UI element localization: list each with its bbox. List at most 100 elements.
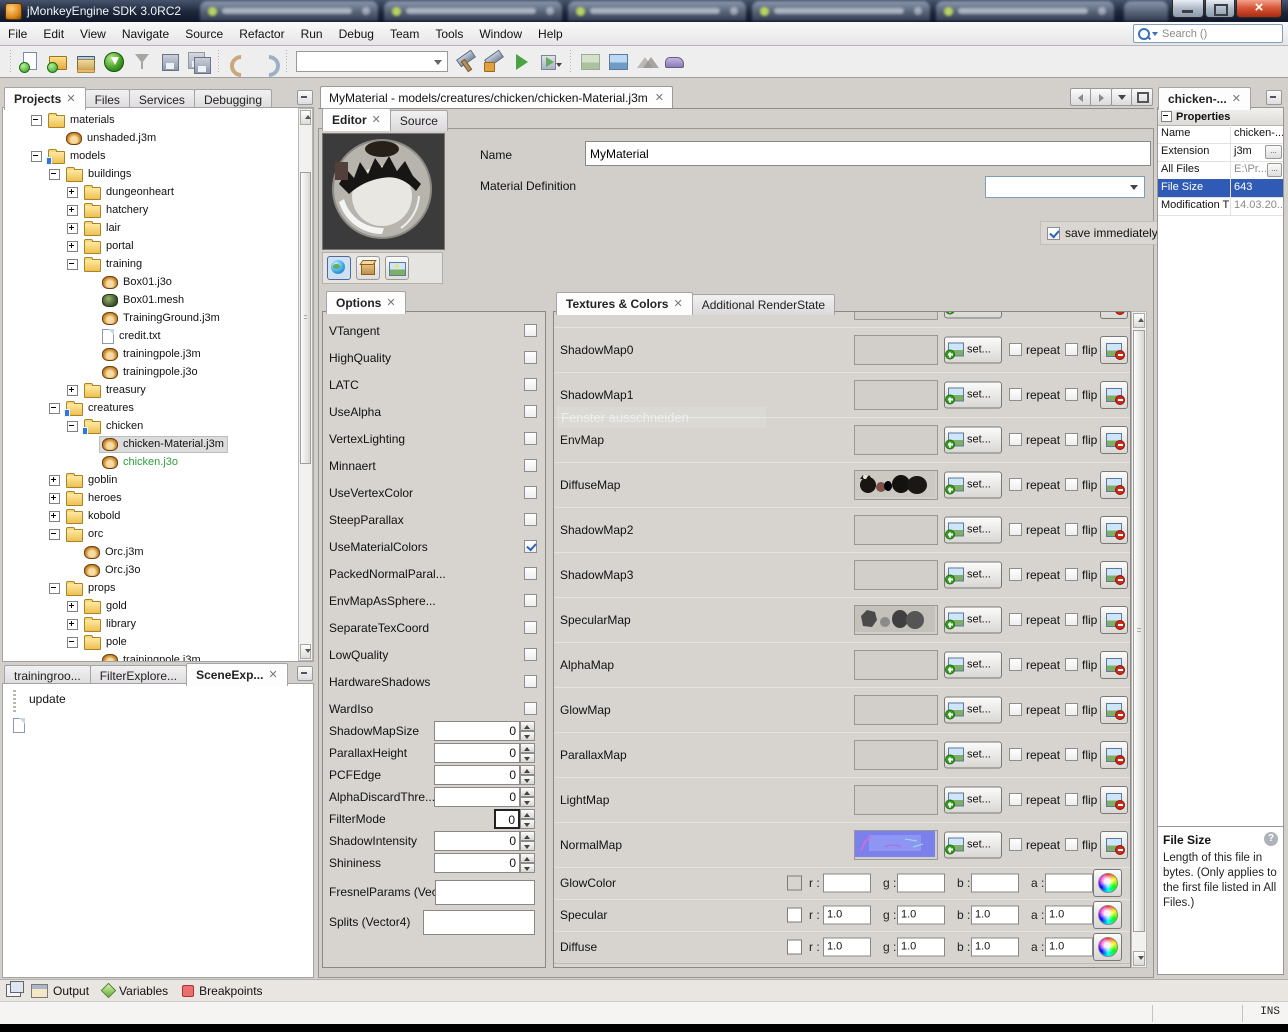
property-row[interactable]: All FilesE:\Pr...... bbox=[1158, 161, 1283, 180]
tree-item[interactable]: materials bbox=[3, 111, 118, 129]
color-component-input[interactable]: 1.0 bbox=[1045, 906, 1093, 925]
spinner-buttons[interactable] bbox=[520, 743, 535, 763]
tab-editor[interactable]: Editor✕ bbox=[322, 108, 391, 131]
remove-texture-button[interactable] bbox=[1100, 381, 1128, 409]
spin-up-icon[interactable] bbox=[520, 853, 535, 863]
option-checkbox[interactable] bbox=[524, 675, 537, 688]
flip-checkbox[interactable] bbox=[1065, 433, 1078, 446]
flip-checkbox[interactable] bbox=[1065, 388, 1078, 401]
scroll-down-icon[interactable] bbox=[300, 644, 311, 659]
option-checkbox[interactable] bbox=[524, 540, 537, 553]
spin-down-icon[interactable] bbox=[520, 753, 535, 763]
vector-input[interactable] bbox=[423, 910, 535, 935]
undo-icon[interactable] bbox=[225, 49, 251, 75]
spinner-input[interactable]: 0 bbox=[434, 853, 520, 873]
menu-debug[interactable]: Debug bbox=[331, 23, 382, 45]
window-group-icon[interactable] bbox=[6, 984, 21, 997]
collapse-icon[interactable] bbox=[1161, 111, 1172, 122]
expander-icon[interactable] bbox=[67, 259, 78, 270]
tree-item[interactable]: hatchery bbox=[3, 201, 151, 219]
repeat-checkbox[interactable] bbox=[1009, 703, 1022, 716]
option-checkbox[interactable] bbox=[524, 459, 537, 472]
update-center-icon[interactable] bbox=[101, 49, 127, 75]
tree-item[interactable]: models bbox=[3, 147, 108, 165]
close-window-button[interactable] bbox=[1236, 0, 1282, 18]
spin-up-icon[interactable] bbox=[520, 765, 535, 775]
document-tab[interactable]: MyMaterial - models/creatures/chicken/ch… bbox=[320, 86, 673, 108]
tree-item[interactable]: training bbox=[3, 255, 145, 273]
option-checkbox[interactable] bbox=[524, 594, 537, 607]
color-picker-button[interactable] bbox=[1093, 933, 1122, 961]
close-icon[interactable]: ✕ bbox=[268, 664, 277, 686]
menu-edit[interactable]: Edit bbox=[35, 23, 72, 45]
remove-texture-button[interactable] bbox=[1100, 696, 1128, 724]
expander-icon[interactable] bbox=[49, 583, 60, 594]
repeat-checkbox[interactable] bbox=[1009, 613, 1022, 626]
flip-checkbox[interactable] bbox=[1065, 568, 1078, 581]
set-texture-button[interactable]: set... bbox=[944, 471, 1002, 498]
set-texture-button[interactable]: set... bbox=[944, 741, 1002, 768]
spin-down-icon[interactable] bbox=[520, 863, 535, 873]
vehicle-icon[interactable] bbox=[661, 49, 687, 75]
repeat-checkbox[interactable] bbox=[1009, 388, 1022, 401]
search-input[interactable]: Search () bbox=[1133, 24, 1283, 43]
color-swatch[interactable] bbox=[787, 940, 802, 955]
set-texture-button[interactable]: set... bbox=[944, 336, 1002, 363]
flip-checkbox[interactable] bbox=[1065, 838, 1078, 851]
texture-thumbnail[interactable] bbox=[854, 830, 938, 860]
prev-document-button[interactable] bbox=[1070, 88, 1092, 106]
remove-texture-button[interactable] bbox=[1100, 606, 1128, 634]
remove-texture-button[interactable] bbox=[1100, 831, 1128, 859]
tree-item[interactable]: chicken bbox=[3, 417, 146, 435]
menu-file[interactable]: File bbox=[0, 23, 35, 45]
color-picker-button[interactable] bbox=[1093, 869, 1122, 897]
option-checkbox[interactable] bbox=[524, 324, 537, 337]
set-texture-button[interactable]: set... bbox=[944, 561, 1002, 588]
spinner-buttons[interactable] bbox=[520, 787, 535, 807]
tree-item[interactable]: Orc.j3m bbox=[3, 543, 147, 561]
tree-item[interactable]: library bbox=[3, 615, 139, 633]
breakpoints-window-button[interactable]: Breakpoints bbox=[178, 984, 266, 998]
expander-icon[interactable] bbox=[67, 223, 78, 234]
spin-down-icon[interactable] bbox=[520, 731, 535, 741]
textures-scrollbar[interactable] bbox=[1131, 311, 1147, 968]
spin-down-icon[interactable] bbox=[520, 819, 535, 829]
repeat-checkbox[interactable] bbox=[1009, 748, 1022, 761]
flip-checkbox[interactable] bbox=[1065, 613, 1078, 626]
expander-icon[interactable] bbox=[67, 241, 78, 252]
tree-item[interactable]: unshaded.j3m bbox=[3, 129, 159, 147]
tree-item[interactable]: trainingpole.j3m bbox=[3, 651, 204, 662]
remove-texture-button[interactable] bbox=[1100, 741, 1128, 769]
set-texture-button[interactable]: set... bbox=[944, 651, 1002, 678]
open-project-icon[interactable] bbox=[73, 49, 99, 75]
output-window-button[interactable]: Output bbox=[27, 984, 93, 998]
tree-item[interactable]: Box01.mesh bbox=[3, 291, 187, 309]
color-component-input[interactable]: 1.0 bbox=[971, 906, 1019, 925]
spin-down-icon[interactable] bbox=[520, 775, 535, 785]
run-project-icon[interactable] bbox=[509, 49, 535, 75]
tab-options[interactable]: Options✕ bbox=[326, 291, 406, 314]
flip-checkbox[interactable] bbox=[1065, 343, 1078, 356]
color-component-input[interactable]: 1.0 bbox=[897, 938, 945, 957]
tree-item[interactable]: kobold bbox=[3, 507, 123, 525]
option-checkbox[interactable] bbox=[524, 486, 537, 499]
terrain-icon[interactable] bbox=[633, 49, 659, 75]
close-icon[interactable]: ✕ bbox=[655, 91, 664, 104]
property-row[interactable]: Extensionj3m... bbox=[1158, 143, 1283, 162]
spin-up-icon[interactable] bbox=[520, 809, 535, 819]
tab-projects[interactable]: Projects✕ bbox=[4, 87, 86, 110]
expander-icon[interactable] bbox=[67, 421, 78, 432]
spinner-buttons[interactable] bbox=[520, 765, 535, 785]
close-icon[interactable]: ✕ bbox=[386, 292, 395, 314]
flip-checkbox[interactable] bbox=[1065, 703, 1078, 716]
expander-icon[interactable] bbox=[67, 601, 78, 612]
remove-texture-button[interactable] bbox=[1100, 471, 1128, 499]
tree-item[interactable]: orc bbox=[3, 525, 106, 543]
preview-sphere-button[interactable] bbox=[327, 256, 351, 280]
remove-texture-button[interactable] bbox=[1100, 786, 1128, 814]
menu-run[interactable]: Run bbox=[293, 23, 331, 45]
repeat-checkbox[interactable] bbox=[1009, 838, 1022, 851]
minimize-window-button[interactable] bbox=[1172, 0, 1204, 18]
tree-item[interactable]: chicken-Material.j3m bbox=[3, 435, 227, 453]
menu-window[interactable]: Window bbox=[471, 23, 530, 45]
